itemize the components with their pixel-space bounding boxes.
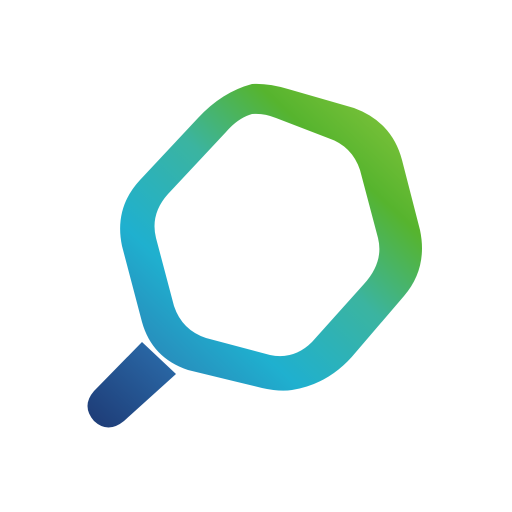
app-icon-canvas xyxy=(0,0,512,512)
magnifier-hexagon-logo-icon xyxy=(87,83,422,428)
magnifier-hexagon-ring xyxy=(120,83,422,391)
